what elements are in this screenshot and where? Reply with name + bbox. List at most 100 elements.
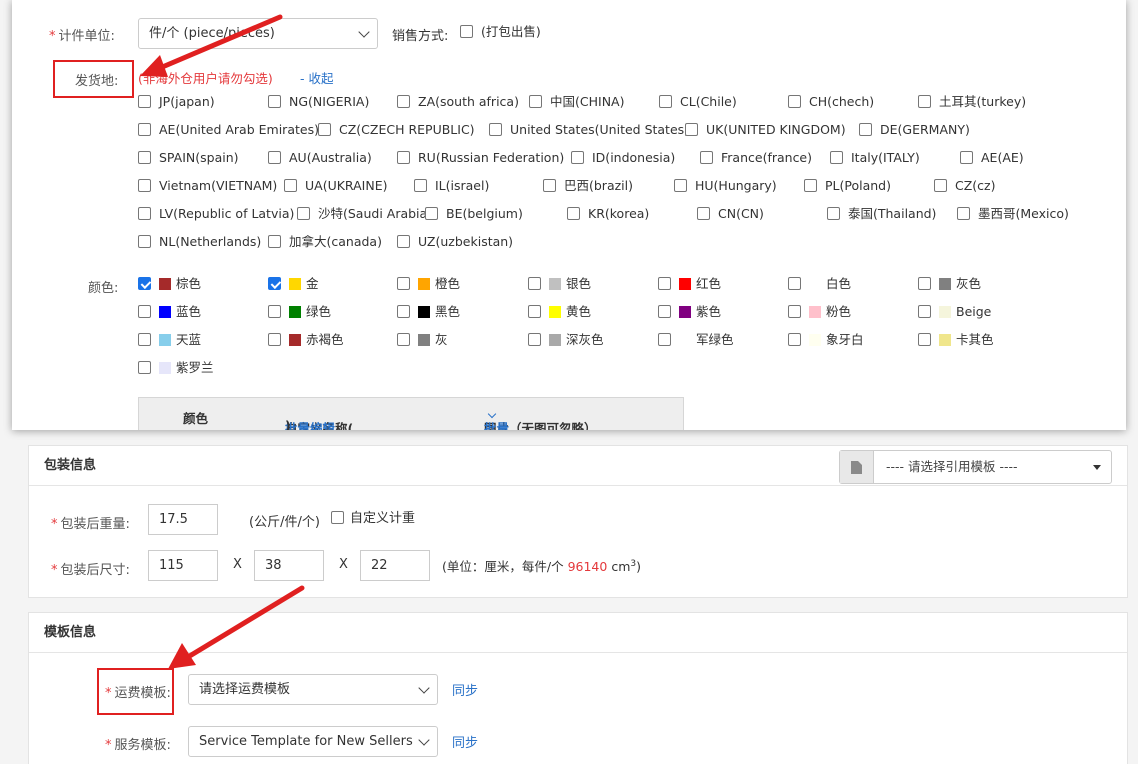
ship-from-option[interactable]: UA(UKRAINE) — [284, 178, 387, 194]
ship-from-option[interactable]: CZ(CZECH REPUBLIC) — [318, 122, 475, 138]
color-checkbox[interactable] — [788, 333, 801, 346]
color-option[interactable]: 灰色 — [918, 276, 981, 292]
color-option[interactable]: 深灰色 — [528, 332, 604, 348]
chevron-down-icon[interactable] — [487, 409, 497, 419]
ship-from-checkbox[interactable] — [659, 95, 672, 108]
ship-from-option[interactable]: 泰国(Thailand) — [827, 206, 936, 222]
ship-from-checkbox[interactable] — [268, 151, 281, 164]
ship-from-checkbox[interactable] — [414, 179, 427, 192]
unit-select[interactable]: 件/个 (piece/pieces) — [138, 18, 378, 49]
custom-weight-option[interactable]: 自定义计重 — [331, 511, 415, 527]
ship-from-option[interactable]: AE(AE) — [960, 150, 1024, 166]
shipping-template-select[interactable]: 请选择运费模板 — [188, 674, 438, 705]
color-option[interactable]: 橙色 — [397, 276, 460, 292]
ship-from-checkbox[interactable] — [425, 207, 438, 220]
color-checkbox[interactable] — [138, 305, 151, 318]
ship-from-checkbox[interactable] — [138, 235, 151, 248]
ship-from-checkbox[interactable] — [138, 123, 151, 136]
color-option[interactable]: 紫色 — [658, 304, 721, 320]
color-checkbox[interactable] — [397, 277, 410, 290]
ship-from-checkbox[interactable] — [138, 151, 151, 164]
color-checkbox[interactable] — [918, 333, 931, 346]
ship-from-option[interactable]: CZ(cz) — [934, 178, 995, 194]
color-checkbox[interactable] — [268, 277, 281, 290]
ship-from-option[interactable]: CN(CN) — [697, 206, 764, 222]
color-checkbox[interactable] — [138, 361, 151, 374]
weight-input[interactable]: 17.5 — [148, 504, 218, 535]
color-checkbox[interactable] — [528, 333, 541, 346]
batch-edit-link[interactable]: 批量编辑 — [285, 418, 335, 430]
ship-from-option[interactable]: LV(Republic of Latvia) — [138, 206, 294, 222]
ship-from-option[interactable]: SPAIN(spain) — [138, 150, 239, 166]
color-checkbox[interactable] — [788, 277, 801, 290]
ship-from-option[interactable]: 巴西(brazil) — [543, 178, 633, 194]
ship-from-checkbox[interactable] — [788, 95, 801, 108]
color-option[interactable]: 紫罗兰 — [138, 360, 214, 376]
ship-from-checkbox[interactable] — [859, 123, 872, 136]
ship-from-checkbox[interactable] — [529, 95, 542, 108]
height-input[interactable]: 22 — [360, 550, 430, 581]
ship-from-checkbox[interactable] — [830, 151, 843, 164]
ship-from-checkbox[interactable] — [674, 179, 687, 192]
ship-from-checkbox[interactable] — [567, 207, 580, 220]
color-option[interactable]: 金 — [268, 276, 319, 292]
color-checkbox[interactable] — [918, 305, 931, 318]
ship-from-checkbox[interactable] — [297, 207, 310, 220]
ship-from-option[interactable]: PL(Poland) — [804, 178, 891, 194]
ship-from-checkbox[interactable] — [284, 179, 297, 192]
ship-from-checkbox[interactable] — [918, 95, 931, 108]
ship-from-option[interactable]: UK(UNITED KINGDOM) — [685, 122, 846, 138]
ship-from-option[interactable]: 墨西哥(Mexico) — [957, 206, 1069, 222]
ship-from-option[interactable]: ID(indonesia) — [571, 150, 675, 166]
color-option[interactable]: 黑色 — [397, 304, 460, 320]
ship-from-option[interactable]: HU(Hungary) — [674, 178, 777, 194]
custom-weight-checkbox[interactable] — [331, 511, 344, 524]
ship-from-option[interactable]: KR(korea) — [567, 206, 649, 222]
ship-from-checkbox[interactable] — [138, 179, 151, 192]
ship-from-option[interactable]: 土耳其(turkey) — [918, 94, 1026, 110]
ship-from-option[interactable]: France(france) — [700, 150, 812, 166]
ship-from-checkbox[interactable] — [138, 95, 151, 108]
ship-from-checkbox[interactable] — [960, 151, 973, 164]
color-checkbox[interactable] — [138, 277, 151, 290]
color-checkbox[interactable] — [397, 333, 410, 346]
ship-from-option[interactable]: 中国(CHINA) — [529, 94, 624, 110]
ship-from-checkbox[interactable] — [571, 151, 584, 164]
ship-from-checkbox[interactable] — [318, 123, 331, 136]
color-option[interactable]: 蓝色 — [138, 304, 201, 320]
ship-from-option[interactable]: NL(Netherlands) — [138, 234, 261, 250]
color-option[interactable]: 卡其色 — [918, 332, 994, 348]
ship-from-checkbox[interactable] — [397, 235, 410, 248]
sale-method-package[interactable]: (打包出售) — [460, 24, 541, 40]
color-checkbox[interactable] — [268, 333, 281, 346]
color-option[interactable]: 军绿色 — [658, 332, 734, 348]
ship-from-option[interactable]: AE(United Arab Emirates) — [138, 122, 319, 138]
ship-from-option[interactable]: JP(japan) — [138, 94, 215, 110]
length-input[interactable]: 115 — [148, 550, 218, 581]
color-checkbox[interactable] — [788, 305, 801, 318]
ship-from-checkbox[interactable] — [934, 179, 947, 192]
color-checkbox[interactable] — [918, 277, 931, 290]
shipping-sync-link[interactable]: 同步 — [452, 680, 478, 699]
ship-from-option[interactable]: ZA(south africa) — [397, 94, 519, 110]
color-option[interactable]: 红色 — [658, 276, 721, 292]
ship-from-checkbox[interactable] — [700, 151, 713, 164]
color-checkbox[interactable] — [268, 305, 281, 318]
ship-from-option[interactable]: Italy(ITALY) — [830, 150, 920, 166]
color-option[interactable]: 粉色 — [788, 304, 851, 320]
ship-from-option[interactable]: IL(israel) — [414, 178, 489, 194]
color-option[interactable]: 银色 — [528, 276, 591, 292]
collapse-link[interactable]: - 收起 — [300, 68, 333, 87]
ship-from-checkbox[interactable] — [489, 123, 502, 136]
ship-from-option[interactable]: United States(United States) — [489, 122, 689, 138]
color-option[interactable]: 绿色 — [268, 304, 331, 320]
ship-from-option[interactable]: UZ(uzbekistan) — [397, 234, 513, 250]
ship-from-option[interactable]: CH(chech) — [788, 94, 874, 110]
color-checkbox[interactable] — [138, 333, 151, 346]
color-option[interactable]: 象牙白 — [788, 332, 864, 348]
ship-from-checkbox[interactable] — [543, 179, 556, 192]
color-checkbox[interactable] — [658, 333, 671, 346]
color-option[interactable]: 白色 — [788, 276, 851, 292]
ship-from-checkbox[interactable] — [827, 207, 840, 220]
ship-from-checkbox[interactable] — [697, 207, 710, 220]
